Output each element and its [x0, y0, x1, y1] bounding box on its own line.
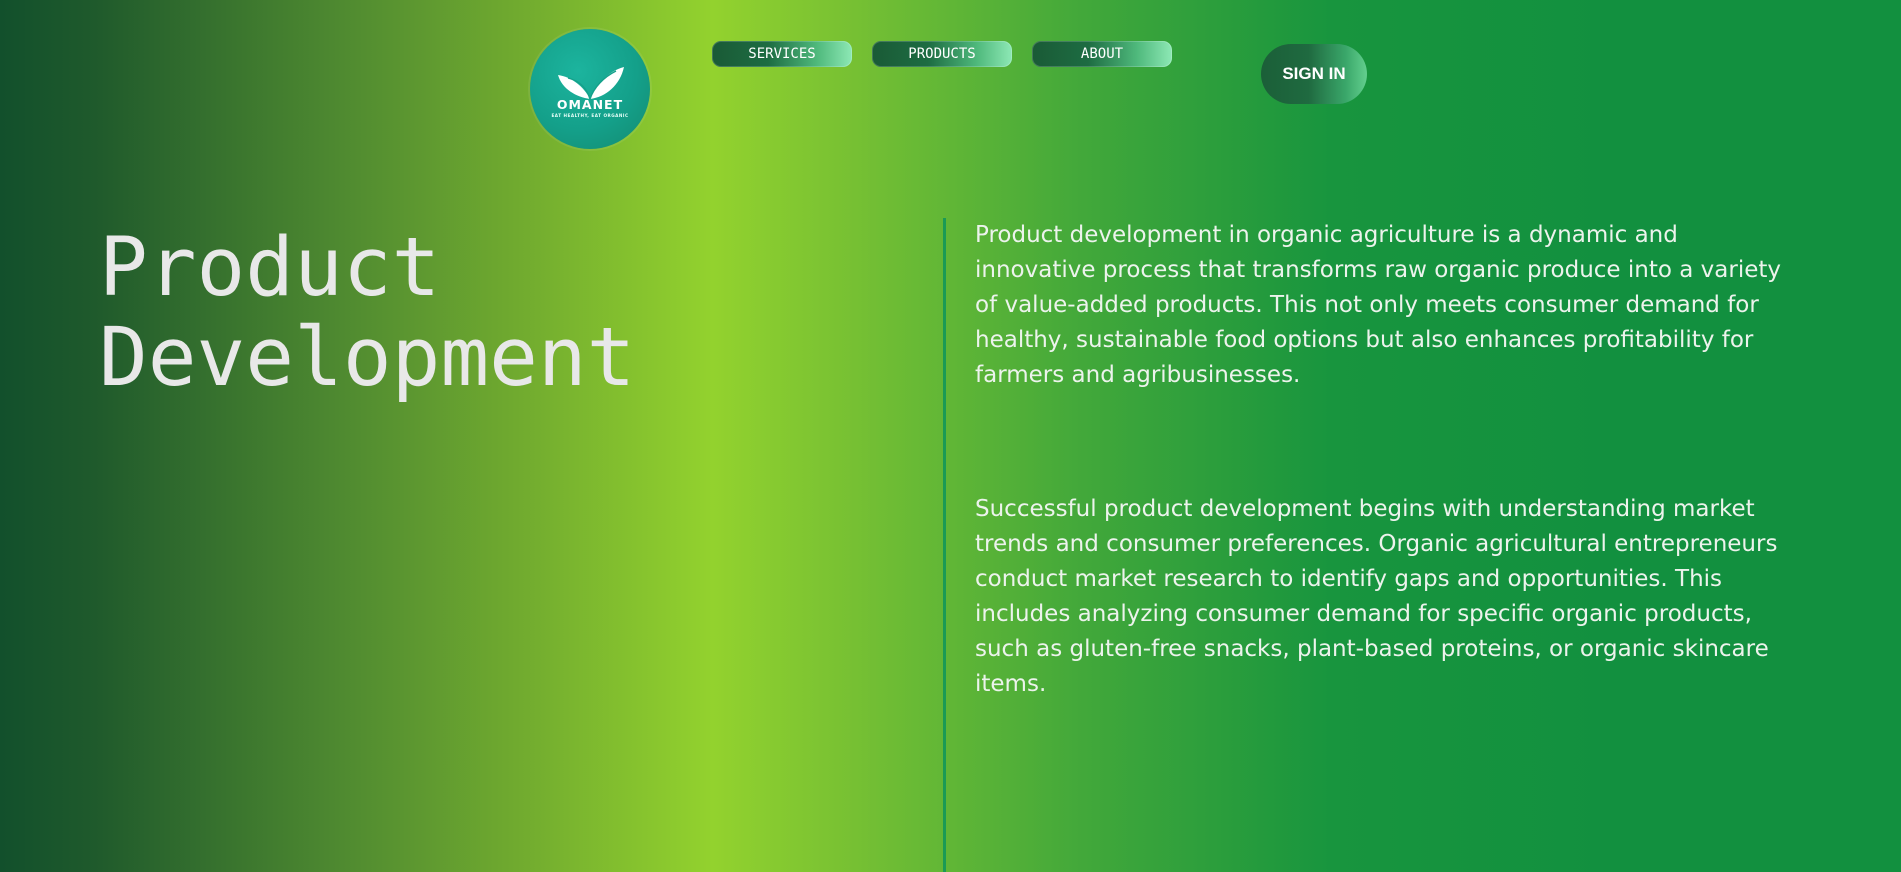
sign-in-button[interactable]: SIGN IN [1261, 44, 1367, 104]
brand-name: OMANET [556, 97, 624, 112]
page-title-line-1: Product [99, 221, 441, 315]
leaf-sprout-icon [558, 67, 624, 100]
brand-logo[interactable]: OMANET EAT HEALTHY, EAT ORGANIC [530, 29, 650, 149]
nav-products-button[interactable]: PRODUCTS [872, 41, 1012, 67]
nav-about-button[interactable]: ABOUT [1032, 41, 1172, 67]
brand-tagline: EAT HEALTHY, EAT ORGANIC [551, 113, 629, 118]
vertical-divider [943, 218, 946, 872]
page-title-line-2: Development [99, 311, 636, 405]
nav-services-button[interactable]: SERVICES [712, 41, 852, 67]
content-paragraph-1: Product development in organic agricultu… [975, 222, 1781, 388]
content-paragraph-2: Successful product development begins wi… [975, 496, 1778, 697]
page-title: Product Development [99, 223, 635, 403]
